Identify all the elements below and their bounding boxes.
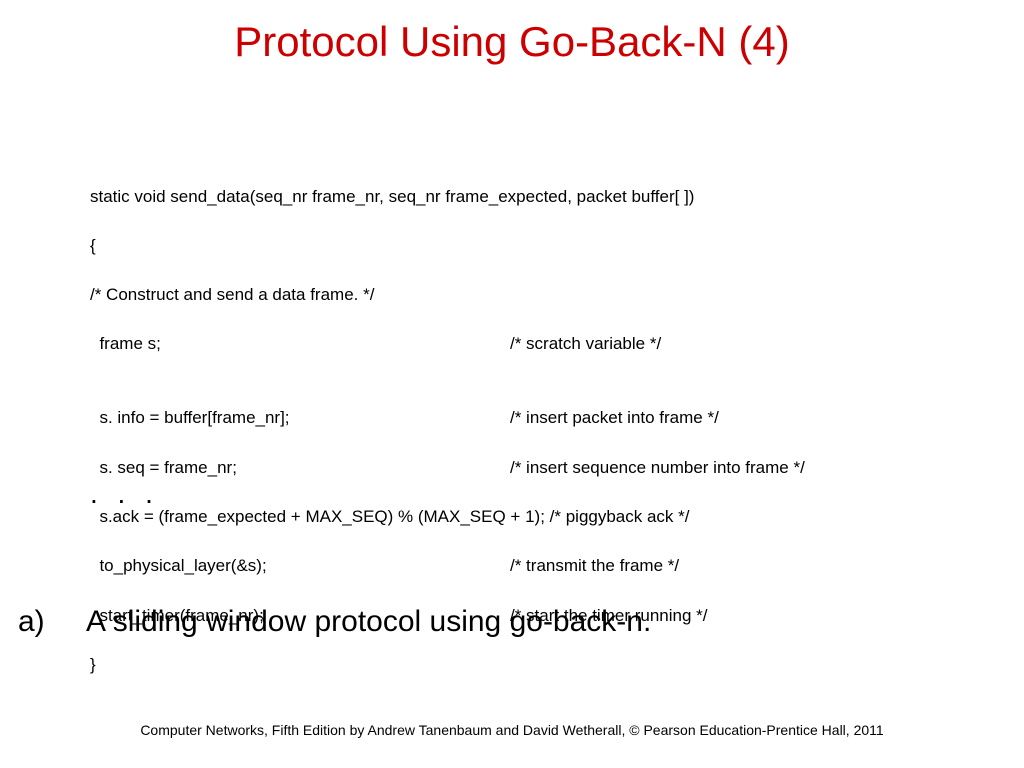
code-line: to_physical_layer(&s);/* transmit the fr… xyxy=(90,554,950,579)
code-comment: /* scratch variable */ xyxy=(510,332,950,357)
code-line: /* Construct and send a data frame. */ xyxy=(90,283,950,308)
code-line: frame s;/* scratch variable */ xyxy=(90,332,950,357)
caption: a) A sliding window protocol using go-ba… xyxy=(18,605,978,639)
code-block: static void send_data(seq_nr frame_nr, s… xyxy=(90,160,950,727)
code-line: { xyxy=(90,234,950,259)
code-comment: /* transmit the frame */ xyxy=(510,554,950,579)
code-stmt: s. seq = frame_nr; xyxy=(90,456,510,481)
code-line: } xyxy=(90,653,950,678)
code-stmt: to_physical_layer(&s); xyxy=(90,554,510,579)
slide: Protocol Using Go-Back-N (4) static void… xyxy=(0,0,1024,768)
code-line: s. seq = frame_nr;/* insert sequence num… xyxy=(90,456,950,481)
caption-text: A sliding window protocol using go-back-… xyxy=(86,605,978,639)
code-stmt: s. info = buffer[frame_nr]; xyxy=(90,406,510,431)
code-line: s.ack = (frame_expected + MAX_SEQ) % (MA… xyxy=(90,505,950,530)
slide-title: Protocol Using Go-Back-N (4) xyxy=(0,18,1024,66)
ellipsis: . . . xyxy=(90,478,159,510)
code-comment: /* insert sequence number into frame */ xyxy=(510,456,950,481)
caption-label: a) xyxy=(18,605,86,639)
copyright-footer: Computer Networks, Fifth Edition by Andr… xyxy=(0,722,1024,738)
code-line: static void send_data(seq_nr frame_nr, s… xyxy=(90,185,950,210)
code-comment: /* insert packet into frame */ xyxy=(510,406,950,431)
code-stmt: frame s; xyxy=(90,332,510,357)
code-line: s. info = buffer[frame_nr];/* insert pac… xyxy=(90,406,950,431)
